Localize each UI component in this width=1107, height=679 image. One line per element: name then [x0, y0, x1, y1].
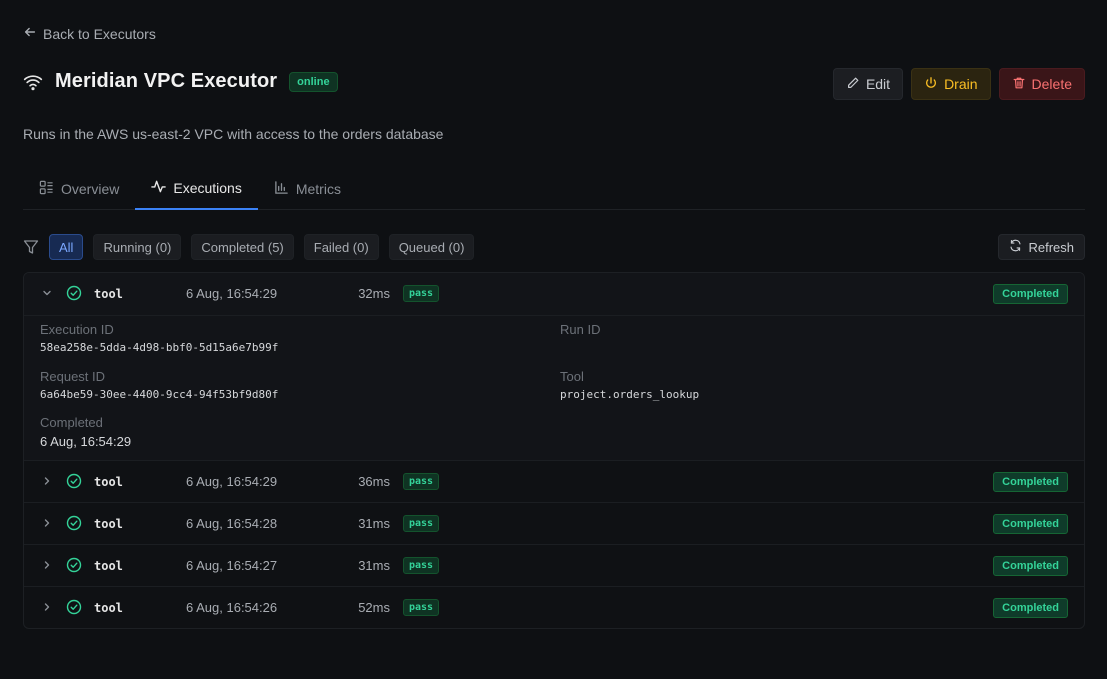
- filter-chip-running[interactable]: Running (0): [93, 234, 182, 260]
- filter-chip-failed[interactable]: Failed (0): [303, 234, 379, 260]
- chevron-right-icon[interactable]: [41, 601, 53, 613]
- drain-label: Drain: [944, 76, 978, 92]
- tab-label: Overview: [61, 180, 120, 197]
- tab-bar: Overview Executions Metrics: [23, 168, 1085, 210]
- filter-bar: All Running (0) Completed (5) Failed (0)…: [23, 234, 1085, 260]
- tab-metrics[interactable]: Metrics: [258, 168, 357, 209]
- chevron-right-icon[interactable]: [41, 517, 53, 529]
- execution-time: 6 Aug, 16:54:28: [186, 516, 278, 531]
- wifi-icon: [23, 72, 43, 92]
- execution-time: 6 Aug, 16:54:26: [186, 600, 278, 615]
- header-actions: Edit Drain Delete: [832, 68, 1085, 100]
- result-badge: pass: [403, 515, 440, 532]
- tool-value: project.orders_lookup: [560, 388, 700, 401]
- execution-time: 6 Aug, 16:54:27: [186, 558, 278, 573]
- execution-time: 6 Aug, 16:54:29: [186, 286, 278, 301]
- overview-icon: [39, 180, 54, 198]
- check-circle-icon: [66, 515, 82, 531]
- tab-executions[interactable]: Executions: [135, 168, 258, 210]
- execution-kind: tool: [94, 475, 123, 489]
- field-run-id: Run ID: [560, 322, 600, 337]
- field-label: Execution ID: [40, 322, 114, 337]
- execution-row[interactable]: tool 6 Aug, 16:54:27 31ms pass Completed: [24, 544, 1084, 586]
- result-badge: pass: [403, 599, 440, 616]
- check-circle-icon: [66, 557, 82, 573]
- drain-button[interactable]: Drain: [911, 68, 991, 100]
- check-circle-icon: [66, 285, 82, 301]
- filter-chip-all[interactable]: All: [49, 234, 84, 260]
- status-badge: online: [289, 71, 338, 92]
- filter-icon: [23, 239, 39, 255]
- field-execution-id: Execution ID 58ea258e-5dda-4d98-bbf0-5d1…: [40, 322, 278, 354]
- field-label: Completed: [40, 415, 103, 430]
- status-badge: Completed: [993, 284, 1068, 304]
- execution-time: 6 Aug, 16:54:29: [186, 474, 278, 489]
- execution-row[interactable]: tool 6 Aug, 16:54:29 32ms pass Completed: [24, 273, 1084, 315]
- edit-label: Edit: [865, 76, 891, 92]
- executor-description: Runs in the AWS us-east-2 VPC with acces…: [23, 126, 444, 142]
- execution-kind: tool: [94, 287, 123, 301]
- refresh-icon: [1009, 239, 1022, 255]
- field-completed: Completed 6 Aug, 16:54:29: [40, 415, 131, 449]
- refresh-label: Refresh: [1028, 239, 1074, 255]
- status-badge: Completed: [993, 556, 1068, 576]
- execution-kind: tool: [94, 601, 123, 615]
- execution-duration: 31ms: [358, 516, 390, 531]
- activity-icon: [151, 179, 167, 197]
- field-label: Request ID: [40, 369, 106, 384]
- refresh-button[interactable]: Refresh: [998, 234, 1085, 260]
- chevron-right-icon[interactable]: [41, 559, 53, 571]
- execution-duration: 32ms: [358, 286, 390, 301]
- check-circle-icon: [66, 599, 82, 615]
- result-badge: pass: [403, 285, 440, 302]
- bar-chart-icon: [274, 180, 289, 198]
- page-title: Meridian VPC Executor: [55, 70, 278, 92]
- tab-label: Metrics: [295, 180, 341, 197]
- trash-icon: [1012, 76, 1026, 93]
- execution-duration: 31ms: [358, 558, 390, 573]
- status-badge: Completed: [993, 472, 1068, 492]
- completed-value: 6 Aug, 16:54:29: [40, 434, 132, 449]
- execution-id-value: 58ea258e-5dda-4d98-bbf0-5d15a6e7b99f: [40, 341, 279, 354]
- result-badge: pass: [403, 473, 440, 490]
- execution-row[interactable]: tool 6 Aug, 16:54:26 52ms pass Completed: [24, 586, 1084, 628]
- chevron-right-icon[interactable]: [41, 475, 53, 487]
- tab-label: Executions: [173, 180, 242, 196]
- executor-header: Meridian VPC Executor online: [23, 70, 338, 93]
- result-badge: pass: [403, 557, 440, 574]
- field-label: Tool: [560, 369, 584, 384]
- status-badge: Completed: [993, 514, 1068, 534]
- execution-duration: 52ms: [358, 600, 390, 615]
- execution-row[interactable]: tool 6 Aug, 16:54:28 31ms pass Completed: [24, 502, 1084, 544]
- filter-chip-completed[interactable]: Completed (5): [191, 234, 294, 260]
- status-badge: Completed: [993, 598, 1068, 618]
- power-icon: [924, 76, 938, 93]
- executions-list: tool 6 Aug, 16:54:29 32ms pass Completed…: [23, 272, 1085, 629]
- execution-row[interactable]: tool 6 Aug, 16:54:29 36ms pass Completed: [24, 460, 1084, 502]
- delete-label: Delete: [1031, 76, 1072, 92]
- check-circle-icon: [66, 473, 82, 489]
- request-id-value: 6a64be59-30ee-4400-9cc4-94f53bf9d80f: [40, 388, 279, 401]
- execution-kind: tool: [94, 559, 123, 573]
- chevron-down-icon[interactable]: [41, 287, 53, 299]
- execution-duration: 36ms: [358, 474, 390, 489]
- back-label: Back to Executors: [43, 25, 156, 42]
- back-to-executors-link[interactable]: Back to Executors: [23, 25, 156, 42]
- field-tool: Tool project.orders_lookup: [560, 369, 699, 401]
- execution-details: Execution ID 58ea258e-5dda-4d98-bbf0-5d1…: [24, 315, 1084, 460]
- field-label: Run ID: [560, 322, 601, 337]
- tab-overview[interactable]: Overview: [23, 168, 135, 209]
- pencil-icon: [846, 76, 860, 93]
- filter-chip-queued[interactable]: Queued (0): [388, 234, 475, 260]
- arrow-left-icon: [23, 25, 37, 42]
- edit-button[interactable]: Edit: [832, 68, 904, 100]
- execution-kind: tool: [94, 517, 123, 531]
- field-request-id: Request ID 6a64be59-30ee-4400-9cc4-94f53…: [40, 369, 278, 401]
- delete-button[interactable]: Delete: [998, 68, 1085, 100]
